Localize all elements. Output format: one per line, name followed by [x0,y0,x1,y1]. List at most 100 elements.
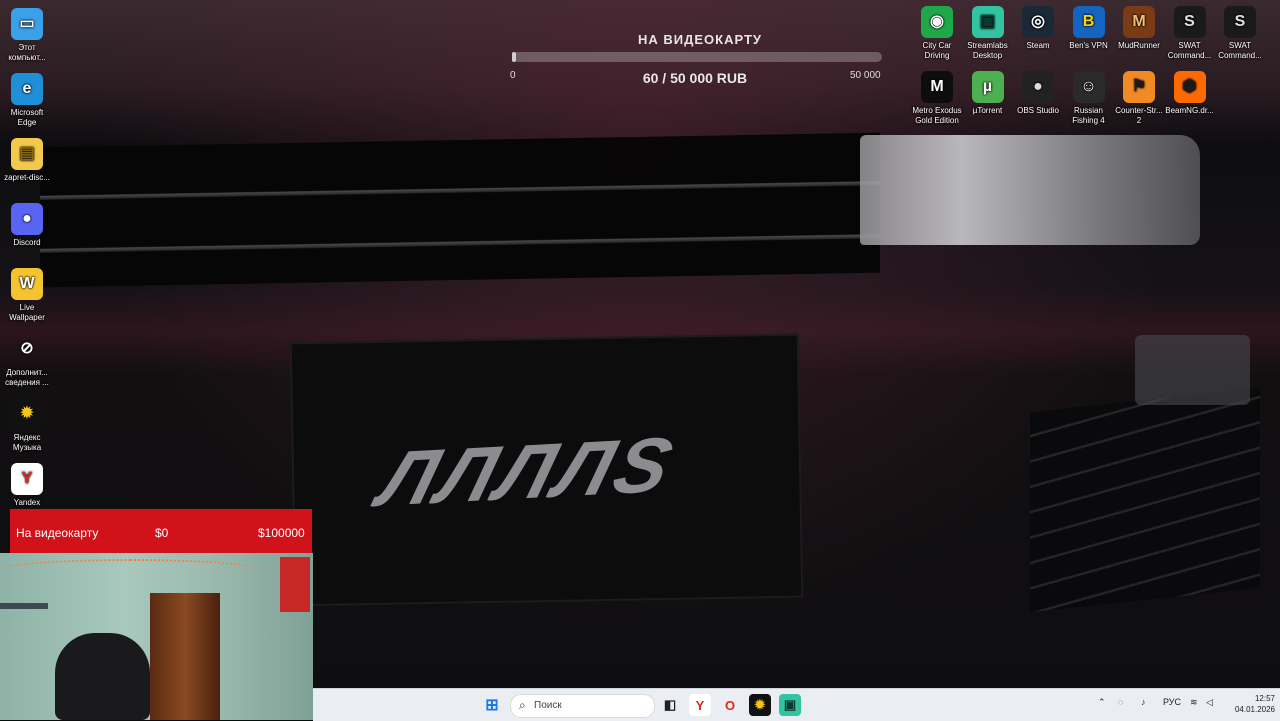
donation-progress-bar [512,52,882,62]
yandex-music-taskbar-icon[interactable]: ✹ [749,694,771,716]
wifi-icon[interactable]: ≋ [1190,697,1198,708]
desktop-shortcut-label: BeamNG.dr... [1165,106,1214,115]
live-wallpaper-icon: W [11,268,43,300]
bumper-vent [1030,387,1260,613]
desktop-shortcut-label: µTorrent [972,106,1003,115]
desktop-shortcut[interactable]: B Ben's VPN [1064,6,1114,51]
metro-exodus-icon: M [921,71,953,103]
desktop-shortcut-label: Live Wallpaper [9,303,45,322]
utorrent-icon: µ [971,71,1004,103]
goal-target: $100000 [258,526,305,540]
donation-min-label: 0 [510,70,516,81]
streamlabs-icon: ▣ [971,6,1004,38]
search-placeholder: Поиск [534,700,562,711]
desktop-shortcut[interactable]: ◎ Steam [1013,6,1063,51]
donation-amount: 60 / 50 000 RUB [642,70,748,86]
desktop-shortcut-label: SWAT Command... [1218,41,1262,60]
network-icon[interactable]: ◌ [1118,697,1123,707]
desktop-shortcut[interactable]: ⊘ Дополнит... сведения ... [2,333,52,388]
clock-time: 12:57 [1254,694,1275,703]
donation-max-label: 50 000 [850,70,881,81]
desktop-shortcut-label: Counter-Str... 2 [1115,106,1163,125]
edge-icon: e [11,73,43,105]
desktop-shortcut[interactable]: S SWAT Command... [1165,6,1215,61]
desktop-shortcut[interactable]: ▣ Streamlabs Desktop [963,6,1013,61]
donation-goal-title: НА ВИДЕОКАРТУ [637,32,762,47]
beamng-icon: ⬢ [1173,71,1206,103]
desktop-shortcut[interactable]: µ µTorrent [963,71,1013,116]
car-grille [40,132,880,288]
desktop-shortcut[interactable]: W Live Wallpaper [2,268,52,323]
discord-icon: ● [11,203,43,235]
search-icon: ⌕ [519,698,526,712]
goal-overlay: На видеокарту $0 $100000 [10,509,312,553]
desktop-shortcut-label: Discord [13,238,41,247]
bens-vpn-icon: B [1072,6,1105,38]
desktop-shortcut-label: SWAT Command... [1167,41,1212,60]
yandex-icon: Y [11,463,43,495]
taskbar: ⊞ ⌕ Поиск ◧ Y O ✹ ▣ ⌃ ◌ ♪ РУС ≋ ◁ 12:57 … [313,688,1280,721]
info-icon: ⊘ [20,340,34,357]
wall-flag [280,557,310,612]
car-headlight [860,135,1200,245]
microphone-icon[interactable]: ♪ [1141,697,1146,707]
swat-icon-2: S [1224,6,1256,38]
desktop-shortcut[interactable]: M MudRunner [1114,6,1164,51]
yandex-music-icon: ✹ [11,398,43,430]
desktop-shortcut[interactable]: ⬢ BeamNG.dr... [1165,71,1215,116]
room-door [150,593,220,720]
city-car-driving-icon: ◉ [921,6,953,38]
desktop-shortcut-label: Яндекс Музыка [12,433,42,452]
yandex-browser-icon[interactable]: Y [689,694,711,716]
string-lights [0,559,260,581]
task-view-icon[interactable]: ◧ [659,694,681,716]
webcam-overlay [0,553,313,720]
desktop-shortcut-label: Yandex [13,498,41,507]
desktop-shortcut-label: Ben's VPN [1069,41,1108,50]
desktop-shortcut[interactable]: ⚑ Counter-Str... 2 [1114,71,1164,126]
donation-progress-fill [512,52,516,62]
desktop-shortcut[interactable]: ● OBS Studio [1013,71,1063,116]
desktop-shortcut[interactable]: ☺ Russian Fishing 4 [1064,71,1114,126]
goal-title: На видеокарту [16,526,99,540]
desktop-shortcut[interactable]: M Metro Exodus Gold Edition [912,71,962,126]
steam-icon: ◎ [1022,6,1054,38]
desktop-shortcut[interactable]: Y Yandex [2,463,52,508]
desktop-shortcut[interactable]: ▭ Этот компьют... [2,8,52,63]
desktop-shortcut-label: City Car Driving [922,41,952,60]
desktop-shortcut-label: MudRunner [1118,41,1160,50]
language-indicator[interactable]: РУС [1163,697,1181,707]
desktop-shortcut-label: Microsoft Edge [10,108,44,127]
streamlabs-taskbar-icon[interactable]: ▣ [779,694,801,716]
tray-overflow-icon[interactable]: ⌃ [1098,697,1106,708]
russian-fishing-icon: ☺ [1072,71,1105,103]
gaming-chair [55,633,150,720]
desktop-shortcut-label: Streamlabs Desktop [967,41,1008,60]
desktop-shortcut-label: Steam [1026,41,1050,50]
goal-current: $0 [155,526,169,540]
search-input[interactable]: ⌕ Поиск [510,694,655,718]
fog-light [1135,335,1250,405]
desktop-shortcut[interactable]: ● Discord [2,203,52,248]
desktop-shortcut-label: Metro Exodus Gold Edition [912,106,962,125]
desktop-shortcut[interactable]: ◉ City Car Driving [912,6,962,61]
desktop-shortcut[interactable]: ▤ zapret-disc... [2,138,52,183]
this-pc-icon: ▭ [11,8,43,40]
desktop-shortcut-label: Russian Fishing 4 [1072,106,1105,125]
desktop-shortcut-label: zapret-disc... [4,173,50,182]
opera-icon[interactable]: O [719,694,741,716]
clock-date: 04.01.2026 [1234,705,1275,714]
swat-icon: S [1173,6,1206,38]
counter-strike-icon: ⚑ [1123,71,1155,103]
desktop-shortcut-label: Дополнит... сведения ... [5,368,49,387]
wall-shelf [0,603,48,609]
desktop-shortcut[interactable]: S SWAT Command... [1215,6,1265,61]
clock[interactable]: 12:57 04.01.2026 [1225,693,1275,715]
desktop-shortcut[interactable]: ✹ Яндекс Музыка [2,398,52,453]
desktop-shortcut-label: Этот компьют... [8,43,46,62]
folder-icon: ▤ [11,138,43,170]
start-button[interactable]: ⊞ [481,694,503,716]
desktop-shortcut[interactable]: e Microsoft Edge [2,73,52,128]
volume-icon[interactable]: ◁ [1206,697,1213,708]
obs-studio-icon: ● [1022,71,1054,103]
